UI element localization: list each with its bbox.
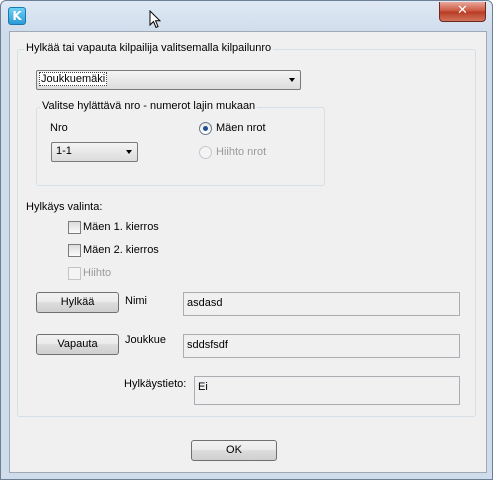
checkbox-skiing-label[interactable]: Hiihto xyxy=(83,267,111,279)
disqualify-group-title: Hylkää tai vapauta kilpailija valitsemal… xyxy=(24,42,274,54)
radio-jump-numbers-label[interactable]: Mäen nrot xyxy=(216,122,266,134)
radio-jump-numbers[interactable] xyxy=(199,122,212,135)
disqualification-info-field[interactable]: Ei xyxy=(194,376,460,405)
chevron-down-icon xyxy=(289,78,295,82)
checkbox-round-2-label[interactable]: Mäen 2. kierros xyxy=(83,244,159,256)
disqualification-info-value: Ei xyxy=(198,381,208,393)
nro-select[interactable]: 1-1 xyxy=(51,142,138,162)
competition-select[interactable]: Joukkuemäki xyxy=(36,70,301,90)
name-field[interactable]: asdasd xyxy=(183,292,460,316)
disqualification-info-label: Hylkäystieto: xyxy=(124,378,187,390)
name-field-value: asdasd xyxy=(187,297,223,309)
team-field-value: sddsfsdf xyxy=(187,339,228,351)
checkbox-round-2[interactable] xyxy=(68,244,81,257)
team-field[interactable]: sddsfsdf xyxy=(183,334,460,358)
nro-select-value: 1-1 xyxy=(56,145,72,157)
ok-button[interactable]: OK xyxy=(191,440,277,461)
disqualification-choice-label: Hylkäys valinta: xyxy=(26,201,103,213)
close-button[interactable]: ✕ xyxy=(439,2,486,22)
disqualify-button[interactable]: Hylkää xyxy=(36,292,119,313)
team-label: Joukkue xyxy=(125,334,166,346)
checkbox-round-1[interactable] xyxy=(68,221,81,234)
dialog-window: K ✕ Hylkää tai vapauta kilpailija valits… xyxy=(0,0,493,480)
mouse-cursor-icon xyxy=(149,10,161,29)
number-group-title: Valitse hylättävä nro - numerot lajin mu… xyxy=(40,100,258,112)
name-label: Nimi xyxy=(125,295,147,307)
checkbox-skiing[interactable] xyxy=(68,267,81,280)
nro-label: Nro xyxy=(50,122,68,134)
radio-selected-dot xyxy=(203,126,208,131)
app-icon: K xyxy=(8,7,26,25)
dialog-client-area: Hylkää tai vapauta kilpailija valitsemal… xyxy=(9,31,487,473)
competition-select-value: Joukkuemäki xyxy=(39,72,108,86)
checkbox-round-1-label[interactable]: Mäen 1. kierros xyxy=(83,221,159,233)
radio-ski-numbers[interactable] xyxy=(199,146,212,159)
release-button[interactable]: Vapauta xyxy=(36,334,119,355)
chevron-down-icon xyxy=(126,150,132,154)
radio-ski-numbers-label[interactable]: Hiihto nrot xyxy=(216,146,266,158)
